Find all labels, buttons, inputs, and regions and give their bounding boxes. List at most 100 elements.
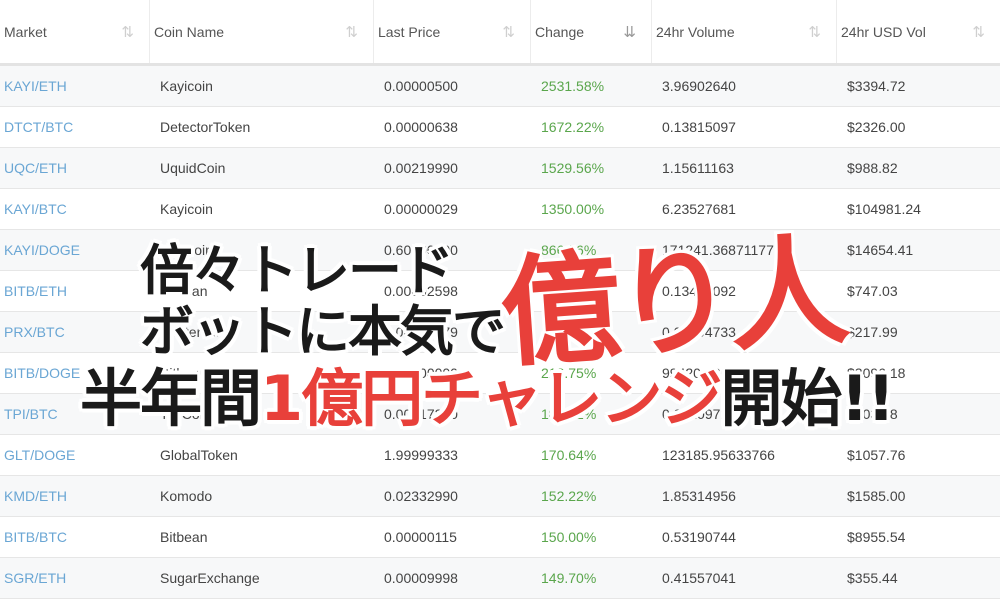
table-row[interactable]: KAYI/ETH Kayicoin 0.00000500 2531.58% 3.9690…	[0, 66, 1000, 107]
usd-volume-24hr: $2096.18	[847, 365, 906, 381]
coin-name: Bitbean	[160, 365, 208, 381]
market-link[interactable]: SGR/ETH	[0, 570, 150, 586]
coin-name: UquidCoin	[160, 160, 226, 176]
sort-icon[interactable]: ⇅	[972, 23, 984, 41]
coin-name: GlobalToken	[160, 447, 238, 463]
usd-volume-24hr: $355.44	[847, 570, 898, 586]
sort-icon[interactable]: ⇅	[808, 23, 820, 41]
last-price: 0.00017200	[384, 406, 458, 422]
header-label: Change	[535, 23, 585, 40]
market-link[interactable]: GLT/DOGE	[0, 447, 150, 463]
table-row[interactable]: TPI/BTC TPICoin 0.00017200 186.52% 0.0120972…	[0, 394, 1000, 435]
volume-24hr: 0.13815097	[662, 119, 736, 135]
change-percent: 866.76%	[541, 242, 597, 258]
change-percent: 152.22%	[541, 488, 597, 504]
coin-name: Printerium	[160, 324, 224, 340]
header-coin-name[interactable]: Coin Name ⇅	[150, 0, 374, 63]
markets-table: Market ⇅ Coin Name ⇅ Last Price ⇅ Change…	[0, 0, 1000, 599]
table-row[interactable]: KAYI/BTC Kayicoin 0.00000029 1350.00% 6.2352…	[0, 189, 1000, 230]
volume-24hr: 3.96902640	[662, 78, 736, 94]
change-percent: 149.70%	[541, 570, 597, 586]
table-row[interactable]: BITB/DOGE Bitbean 3.50000000 213.75% 99420.2…	[0, 353, 1000, 394]
change-percent: 1672.22%	[541, 119, 605, 135]
table-row[interactable]: KMD/ETH Komodo 0.02332990 152.22% 1.85314956…	[0, 476, 1000, 517]
sort-icon[interactable]: ⇅	[345, 23, 357, 41]
table-row[interactable]: BITB/BTC Bitbean 0.00000115 150.00% 0.531907…	[0, 517, 1000, 558]
table-row[interactable]: BITB/ETH Bitbean 0.00002598 0.13405092 $747.…	[0, 271, 1000, 312]
volume-24hr: 123185.95633766	[662, 447, 775, 463]
table-row[interactable]: KAYI/DOGE Kayicoin 0.60000000 866.76% 171241…	[0, 230, 1000, 271]
coin-name: Kayicoin	[160, 242, 213, 258]
sort-desc-icon[interactable]: ⇊	[623, 23, 635, 41]
coin-name: TPICoin	[160, 406, 211, 422]
last-price: 0.00000979	[384, 324, 458, 340]
volume-24hr: 0.13405092	[662, 283, 736, 299]
usd-volume-24hr: $3394.72	[847, 78, 906, 94]
header-change[interactable]: Change ⇊	[531, 0, 652, 63]
table-row[interactable]: GLT/DOGE GlobalToken 1.99999333 170.64% 1231…	[0, 435, 1000, 476]
volume-24hr: 0.41557041	[662, 570, 736, 586]
last-price: 0.00000638	[384, 119, 458, 135]
market-link[interactable]: PRX/BTC	[0, 324, 150, 340]
volume-24hr: 0.53190744	[662, 529, 736, 545]
header-24hr-volume[interactable]: 24hr Volume ⇅	[652, 0, 837, 63]
table-body: KAYI/ETH Kayicoin 0.00000500 2531.58% 3.9690…	[0, 66, 1000, 599]
volume-24hr: 0.01209724	[662, 406, 736, 422]
change-percent: 170.64%	[541, 447, 597, 463]
usd-volume-24hr: $2326.00	[847, 119, 906, 135]
market-link[interactable]: KAYI/BTC	[0, 201, 150, 217]
last-price: 3.50000000	[384, 365, 458, 381]
table-row[interactable]: SGR/ETH SugarExchange 0.00009998 149.70% 0.4…	[0, 558, 1000, 599]
coin-name: Bitbean	[160, 529, 208, 545]
usd-volume-24hr: $217.99	[847, 324, 898, 340]
volume-24hr: 6.23527681	[662, 201, 736, 217]
market-link[interactable]: BITB/BTC	[0, 529, 150, 545]
volume-24hr: 0.01294733	[662, 324, 736, 340]
market-link[interactable]: KAYI/ETH	[0, 78, 150, 94]
market-link[interactable]: UQC/ETH	[0, 160, 150, 176]
table-row[interactable]: UQC/ETH UquidCoin 0.00219990 1529.56% 1.1561…	[0, 148, 1000, 189]
table-row[interactable]: DTCT/BTC DetectorToken 0.00000638 1672.22% 0…	[0, 107, 1000, 148]
header-label: Market	[4, 23, 47, 40]
usd-volume-24hr: $1585.00	[847, 488, 906, 504]
market-link[interactable]: BITB/ETH	[0, 283, 150, 299]
usd-volume-24hr: $747.03	[847, 283, 898, 299]
usd-volume-24hr: $1057.76	[847, 447, 906, 463]
coin-name: SugarExchange	[160, 570, 260, 586]
last-price: 0.00219990	[384, 160, 458, 176]
change-percent: 186.52%	[541, 406, 597, 422]
last-price: 0.02332990	[384, 488, 458, 504]
header-label: Coin Name	[154, 23, 225, 40]
usd-volume-24hr: $14654.41	[847, 242, 914, 258]
last-price: 0.00000500	[384, 78, 458, 94]
volume-24hr: 1.85314956	[662, 488, 736, 504]
coin-name: Kayicoin	[160, 201, 213, 217]
coin-name: Komodo	[160, 488, 213, 504]
last-price: 0.60000000	[384, 242, 458, 258]
coin-name: DetectorToken	[160, 119, 251, 135]
header-24hr-usd-vol[interactable]: 24hr USD Vol ⇅	[837, 0, 1000, 63]
header-label: 24hr USD Vol	[841, 23, 926, 40]
change-percent: 213.75%	[541, 365, 597, 381]
last-price: 1.99999333	[384, 447, 458, 463]
table-row[interactable]: PRX/BTC Printerium 0.00000979 0.01294733 $21…	[0, 312, 1000, 353]
usd-volume-24hr: $104981.24	[847, 201, 921, 217]
last-price: 0.00009998	[384, 570, 458, 586]
market-link[interactable]: BITB/DOGE	[0, 365, 150, 381]
coin-name: Kayicoin	[160, 78, 213, 94]
change-percent: 1350.00%	[541, 201, 605, 217]
usd-volume-24hr: $8955.54	[847, 529, 906, 545]
change-percent: 1529.56%	[541, 160, 605, 176]
usd-volume-24hr: $988.82	[847, 160, 898, 176]
market-link[interactable]: TPI/BTC	[0, 406, 150, 422]
last-price: 0.00000029	[384, 201, 458, 217]
market-link[interactable]: KAYI/DOGE	[0, 242, 150, 258]
header-market[interactable]: Market ⇅	[0, 0, 150, 63]
market-link[interactable]: DTCT/BTC	[0, 119, 150, 135]
header-last-price[interactable]: Last Price ⇅	[374, 0, 531, 63]
sort-icon[interactable]: ⇅	[121, 23, 133, 41]
table-header: Market ⇅ Coin Name ⇅ Last Price ⇅ Change…	[0, 0, 1000, 66]
last-price: 0.00000115	[384, 529, 457, 545]
market-link[interactable]: KMD/ETH	[0, 488, 150, 504]
sort-icon[interactable]: ⇅	[502, 23, 514, 41]
